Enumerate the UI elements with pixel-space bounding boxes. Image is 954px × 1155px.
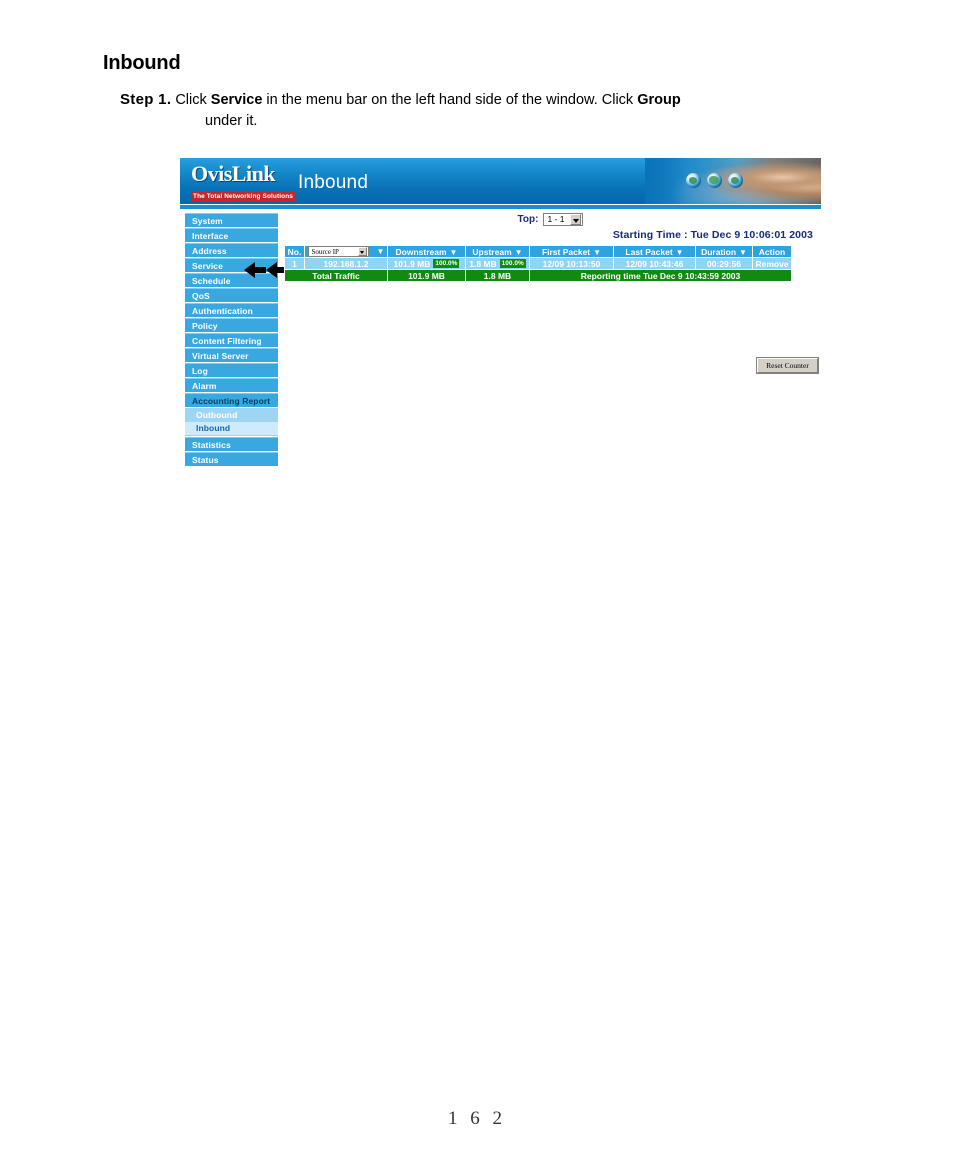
- sidebar-item-policy[interactable]: Policy: [185, 318, 278, 332]
- total-downstream: 101.9 MB: [387, 269, 466, 282]
- globe-icon[interactable]: [686, 173, 701, 188]
- cell-first-packet: 12/09 10:13:50: [529, 257, 614, 270]
- embedded-screenshot: OvisLink The Total Networking Solutions …: [180, 158, 821, 473]
- step-text-part3: under it.: [205, 112, 258, 129]
- cell-source-ip: 192.168.1.2: [304, 257, 388, 270]
- globe-icon[interactable]: [707, 173, 722, 188]
- logo-tagline: The Total Networking Solutions: [191, 192, 296, 201]
- sidebar-item-interface[interactable]: Interface: [185, 228, 278, 242]
- sidebar-menu: System Interface Address Service Schedul…: [185, 213, 278, 467]
- chevron-down-icon: [357, 247, 367, 256]
- column-header-downstream[interactable]: Downstream ▼: [387, 245, 466, 258]
- step-label: Step 1.: [120, 91, 172, 108]
- step-text-part2: in the menu bar on the left hand side of…: [262, 92, 638, 108]
- cell-last-packet: 12/09 10:43:46: [613, 257, 696, 270]
- top-label: Top:: [517, 214, 539, 225]
- source-ip-value: Source IP: [311, 247, 339, 256]
- globe-icon[interactable]: [728, 173, 743, 188]
- sort-descending-icon[interactable]: ▼: [515, 248, 523, 257]
- column-header-first-packet-label: First Packet: [541, 246, 591, 257]
- column-header-no: No.: [284, 245, 305, 258]
- sidebar-subitem-inbound[interactable]: Inbound: [185, 422, 278, 435]
- sort-descending-icon[interactable]: ▼: [739, 248, 747, 257]
- table-row: 1 192.168.1.2 101.9 MB 100.0% 1.8 MB 100: [284, 257, 792, 270]
- reset-counter-wrap: Reset Counter: [757, 358, 818, 373]
- sort-descending-icon[interactable]: ▼: [377, 247, 385, 256]
- app-banner: OvisLink The Total Networking Solutions …: [180, 158, 821, 204]
- sort-descending-icon[interactable]: ▼: [450, 248, 458, 257]
- column-header-source-ip[interactable]: Source IP ▼: [304, 245, 388, 258]
- top-range-select[interactable]: 1 - 1: [543, 213, 584, 226]
- cell-upstream: 1.8 MB 100.0%: [465, 257, 530, 270]
- cell-upstream-value: 1.8 MB: [469, 258, 497, 269]
- sidebar-item-system[interactable]: System: [185, 213, 278, 227]
- sidebar-item-virtual-server[interactable]: Virtual Server: [185, 348, 278, 362]
- column-header-last-packet-label: Last Packet: [625, 246, 673, 257]
- cell-downstream-percent: 100.0%: [433, 259, 460, 268]
- starting-time-label: Starting Time : Tue Dec 9 10:06:01 2003: [612, 229, 813, 241]
- column-header-downstream-label: Downstream: [395, 246, 447, 257]
- ovislink-logo: OvisLink The Total Networking Solutions: [191, 161, 296, 203]
- page-title: Inbound: [103, 52, 181, 74]
- step-text-part1: Click: [175, 92, 211, 108]
- cell-downstream-value: 101.9 MB: [393, 258, 431, 269]
- top-range-value: 1 - 1: [547, 214, 565, 224]
- table-header-row: No. Source IP ▼ Downstream ▼ Upstream ▼ …: [284, 245, 792, 258]
- logo-wordmark: OvisLink: [191, 161, 276, 186]
- remove-link[interactable]: Remove: [752, 257, 792, 270]
- sidebar-item-accounting-report[interactable]: Accounting Report: [185, 393, 278, 407]
- total-upstream: 1.8 MB: [465, 269, 530, 282]
- page-number: 1 6 2: [448, 1108, 506, 1129]
- column-header-duration-label: Duration: [701, 246, 737, 257]
- column-header-first-packet[interactable]: First Packet ▼: [529, 245, 614, 258]
- step-text: Click Service in the menu bar on the lef…: [171, 92, 680, 108]
- total-traffic-label: Total Traffic: [284, 269, 388, 282]
- step-instruction: Step 1. Click Service in the menu bar on…: [120, 89, 910, 131]
- sort-descending-icon[interactable]: ▼: [593, 248, 601, 257]
- sort-descending-icon[interactable]: ▼: [676, 248, 684, 257]
- sidebar-subitem-outbound[interactable]: Outbound: [185, 409, 278, 422]
- banner-icon-group: [686, 173, 743, 188]
- table-total-row: Total Traffic 101.9 MB 1.8 MB Reporting …: [284, 269, 792, 282]
- cell-duration: 00:29:56: [695, 257, 753, 270]
- column-header-last-packet[interactable]: Last Packet ▼: [613, 245, 696, 258]
- reset-counter-button[interactable]: Reset Counter: [757, 358, 818, 373]
- cell-no: 1: [284, 257, 305, 270]
- top-selector-row: Top: 1 - 1: [284, 213, 817, 226]
- cell-upstream-percent: 100.0%: [499, 259, 526, 268]
- banner-page-title: Inbound: [298, 172, 369, 193]
- column-header-upstream[interactable]: Upstream ▼: [465, 245, 530, 258]
- chevron-down-icon: [570, 214, 582, 225]
- sidebar-item-address[interactable]: Address: [185, 243, 278, 257]
- sidebar-item-statistics[interactable]: Statistics: [185, 437, 278, 451]
- reporting-time-label: Reporting time Tue Dec 9 10:43:59 2003: [529, 269, 792, 282]
- column-header-action: Action: [752, 245, 792, 258]
- sidebar-item-status[interactable]: Status: [185, 452, 278, 466]
- step-bold-service: Service: [210, 92, 263, 108]
- sidebar-item-log[interactable]: Log: [185, 363, 278, 377]
- sidebar-item-content-filtering[interactable]: Content Filtering: [185, 333, 278, 347]
- sidebar-item-qos[interactable]: QoS: [185, 288, 278, 302]
- sidebar-item-authentication[interactable]: Authentication: [185, 303, 278, 317]
- cell-downstream: 101.9 MB 100.0%: [387, 257, 466, 270]
- step-bold-group: Group: [637, 92, 681, 108]
- source-ip-select[interactable]: Source IP: [307, 246, 369, 257]
- sidebar-submenu-accounting: Outbound Inbound: [185, 408, 278, 436]
- accounting-table: No. Source IP ▼ Downstream ▼ Upstream ▼ …: [284, 245, 792, 282]
- accounting-report-panel: Top: 1 - 1 Starting Time : Tue Dec 9 10:…: [284, 209, 818, 373]
- app-body: System Interface Address Service Schedul…: [180, 209, 821, 473]
- column-header-duration[interactable]: Duration ▼: [695, 245, 753, 258]
- column-header-upstream-label: Upstream: [472, 246, 512, 257]
- sidebar-item-alarm[interactable]: Alarm: [185, 378, 278, 392]
